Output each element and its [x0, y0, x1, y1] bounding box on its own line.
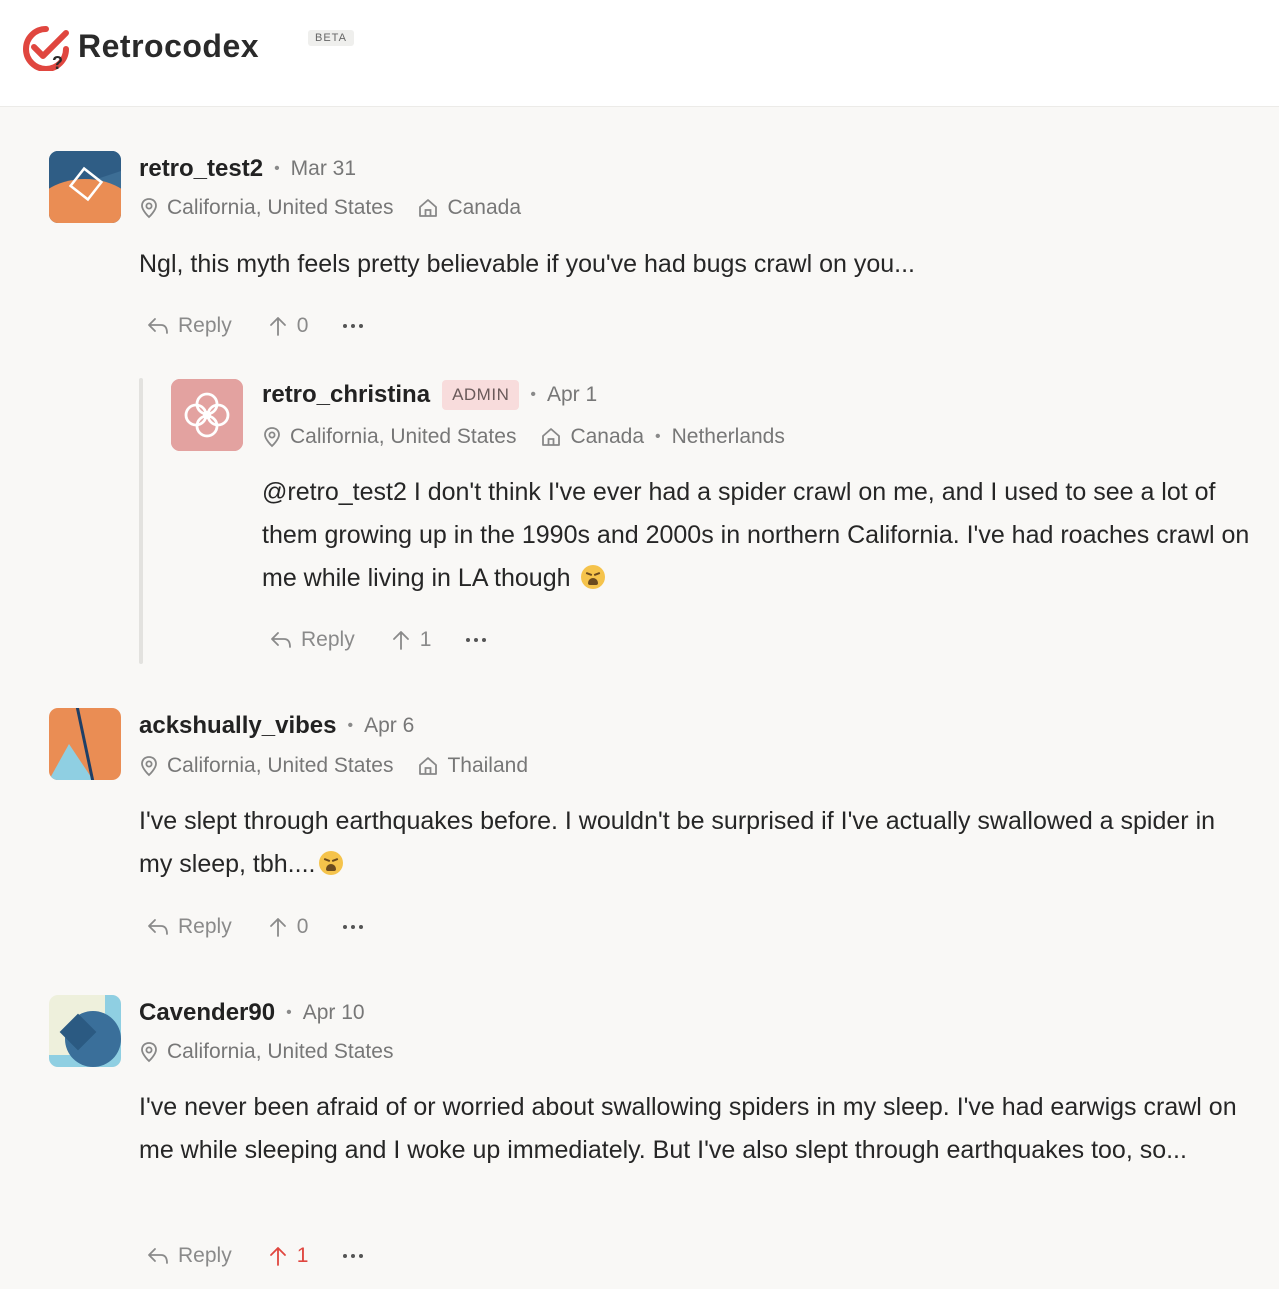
reply-label: Reply: [178, 314, 232, 337]
reply-button[interactable]: Reply: [147, 915, 232, 939]
comment-text-content: I've slept through earthquakes before. I…: [139, 807, 1216, 878]
location-text: California, United States: [167, 754, 394, 777]
location-pin-icon: [141, 1042, 157, 1063]
avatar[interactable]: [49, 708, 121, 780]
comment-text: I've slept through earthquakes before. I…: [139, 800, 1249, 886]
separator-dot: •: [286, 1004, 292, 1021]
upvote-button[interactable]: 0: [268, 314, 309, 338]
location-pin-icon: [141, 756, 157, 777]
upvote-button[interactable]: 0: [268, 915, 309, 939]
comment-text: @retro_test2 I don't think I've ever had…: [262, 471, 1257, 600]
comment-date: Apr 10: [302, 1001, 365, 1024]
upvote-icon: [269, 1247, 286, 1266]
home-text: Canada: [570, 425, 645, 448]
more-options-button[interactable]: [342, 1252, 373, 1260]
reply-icon: [271, 632, 291, 648]
more-icon: [466, 638, 487, 642]
separator-dot: •: [530, 386, 536, 403]
reply-icon: [148, 1248, 168, 1264]
separator-dot: •: [347, 717, 354, 734]
svg-text:?: ?: [52, 53, 63, 71]
vote-count: 0: [296, 314, 309, 337]
comment-text: Ngl, this myth feels pretty believable i…: [139, 250, 916, 278]
weary-face-emoji-icon: [319, 851, 344, 875]
weary-face-emoji-icon: [581, 565, 606, 589]
reply-icon: [148, 318, 168, 334]
app-name[interactable]: Retrocodex: [78, 28, 259, 65]
comment-text: I've never been afraid of or worried abo…: [139, 1093, 1237, 1164]
upvote-button-active[interactable]: 1: [268, 1244, 309, 1268]
reply-button[interactable]: Reply: [147, 1244, 232, 1268]
more-icon: [343, 925, 364, 929]
home-icon: [419, 757, 438, 775]
reply-button[interactable]: Reply: [147, 314, 232, 338]
location-text: California, United States: [290, 425, 517, 448]
home-icon: [542, 428, 561, 446]
location-pin-icon: [264, 427, 280, 448]
location-text: California, United States: [167, 1040, 394, 1063]
separator-dot: •: [655, 428, 661, 445]
username[interactable]: ackshually_vibes: [139, 712, 336, 740]
separator-dot: •: [274, 160, 280, 177]
location-text: California, United States: [167, 196, 394, 219]
admin-badge: ADMIN: [442, 380, 520, 410]
upvote-icon: [269, 918, 286, 937]
avatar[interactable]: [171, 379, 243, 451]
avatar[interactable]: [49, 995, 121, 1067]
location-pin-icon: [141, 198, 157, 219]
vote-count: 1: [419, 628, 432, 651]
reply-button[interactable]: Reply: [270, 628, 355, 652]
more-icon: [343, 324, 364, 328]
username[interactable]: Cavender90: [139, 999, 275, 1027]
comment-text-content: @retro_test2 I don't think I've ever had…: [262, 478, 1250, 592]
home-icon: [419, 199, 438, 217]
reply-icon: [148, 919, 168, 935]
reply-label: Reply: [301, 628, 355, 651]
comment-date: Apr 1: [546, 383, 598, 406]
app-header: ? Retrocodex BETA: [0, 0, 1279, 107]
upvote-icon: [269, 317, 286, 336]
more-options-button[interactable]: [465, 636, 496, 644]
more-options-button[interactable]: [342, 923, 373, 931]
reply-label: Reply: [178, 915, 232, 938]
username[interactable]: retro_test2: [139, 155, 263, 183]
thread-line: [139, 378, 143, 664]
upvote-icon: [392, 631, 409, 650]
username[interactable]: retro_christina: [262, 381, 430, 409]
comment-date: Mar 31: [290, 157, 357, 180]
avatar[interactable]: [49, 151, 121, 223]
home-text-2: Netherlands: [671, 425, 785, 448]
reply-label: Reply: [178, 1244, 232, 1267]
home-text: Thailand: [447, 754, 529, 777]
more-options-button[interactable]: [342, 322, 373, 330]
vote-count: 1: [296, 1244, 309, 1267]
comment-date: Apr 6: [364, 714, 415, 737]
home-text: Canada: [447, 196, 522, 219]
vote-count: 0: [296, 915, 309, 938]
retrocodex-logo-icon[interactable]: ?: [22, 25, 72, 73]
beta-badge: BETA: [308, 30, 354, 46]
upvote-button[interactable]: 1: [391, 628, 432, 652]
more-icon: [343, 1254, 364, 1258]
